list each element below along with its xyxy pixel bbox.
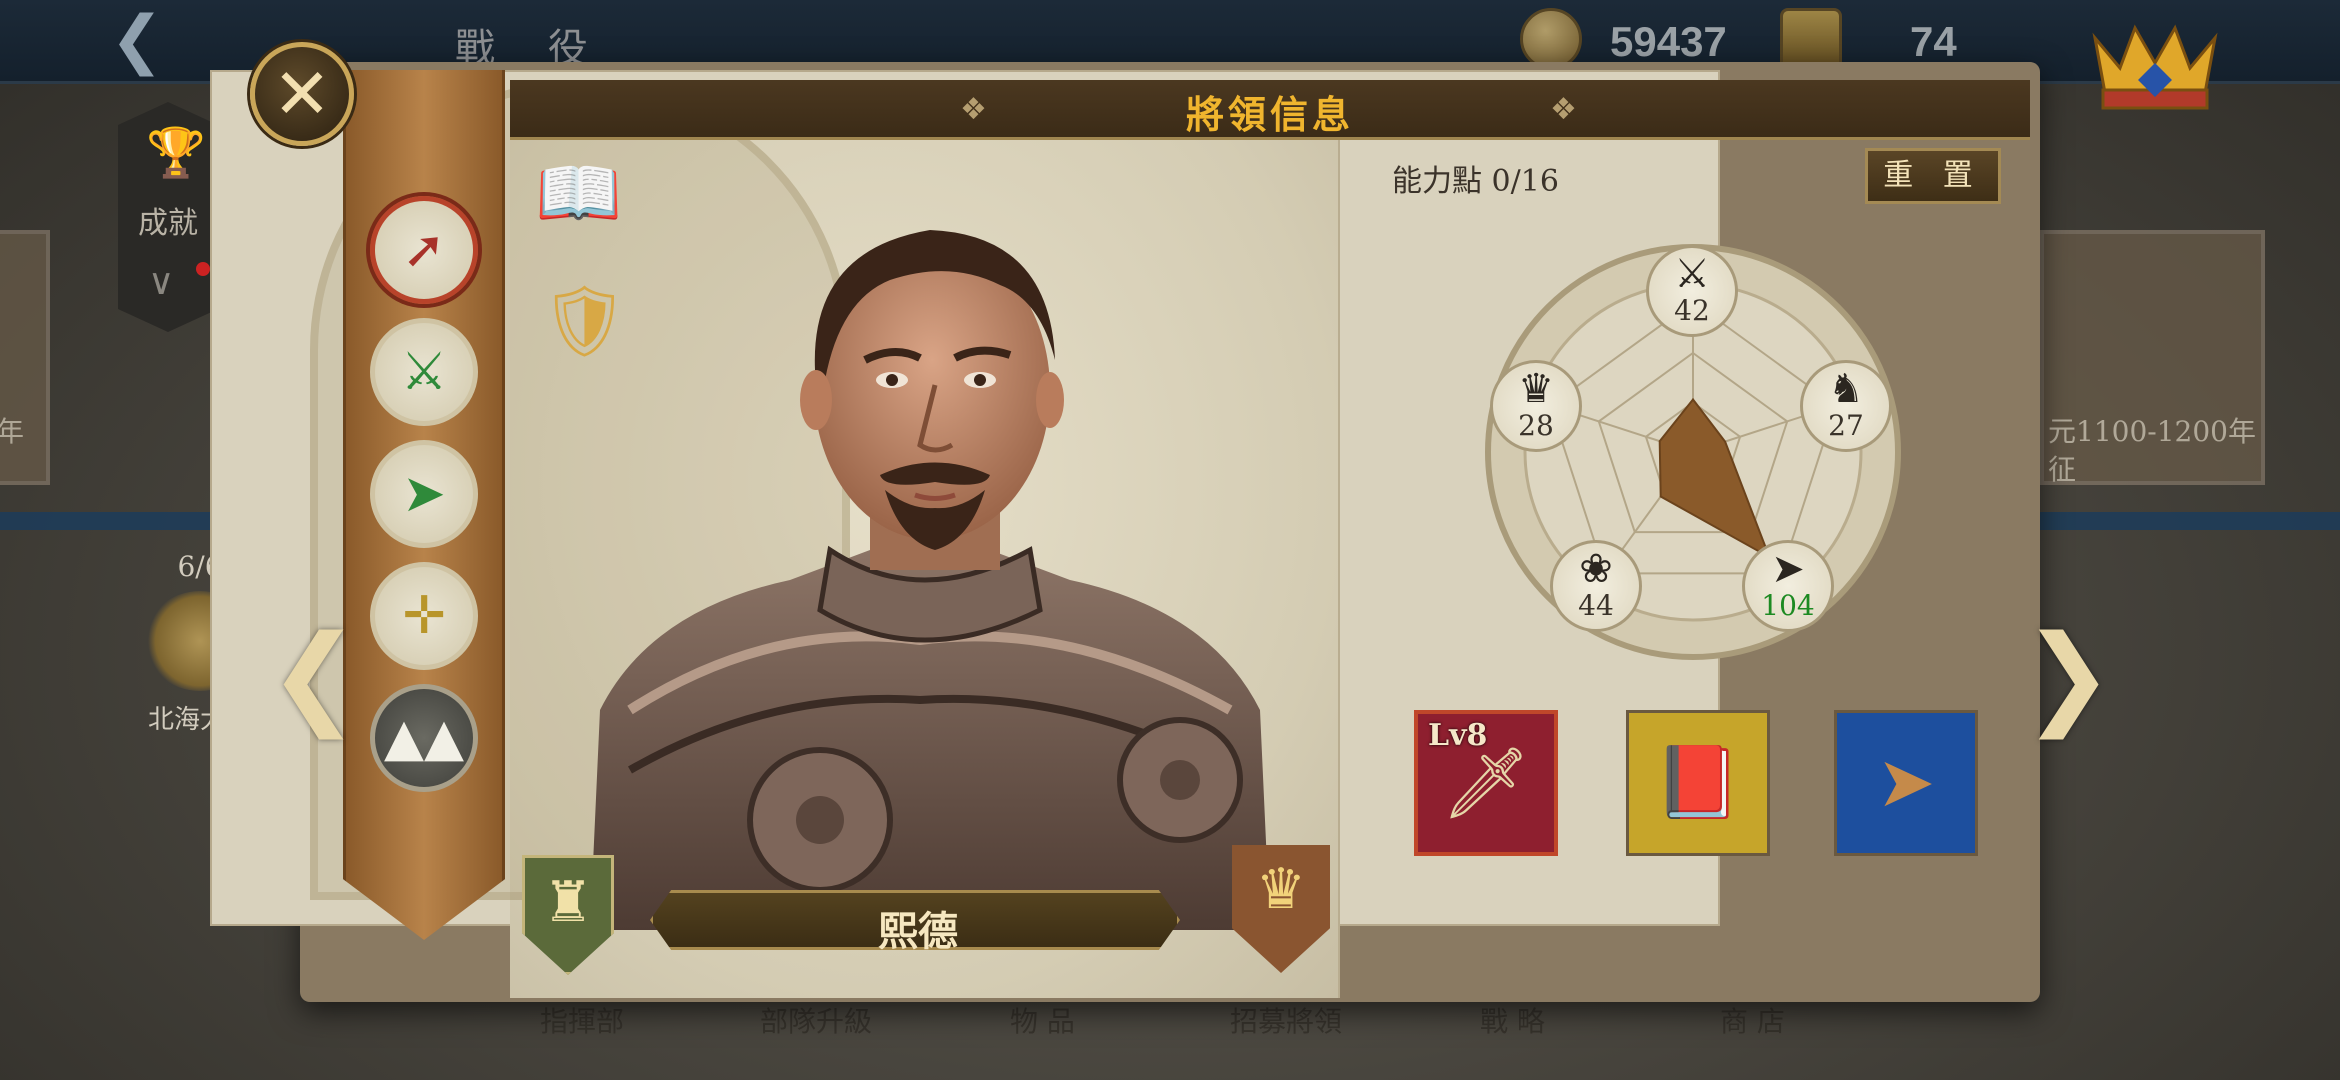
general-portrait bbox=[590, 230, 1270, 930]
name-banner: 熙德 bbox=[650, 890, 1180, 950]
skill-spear[interactable]: ➚ bbox=[370, 196, 478, 304]
sword-icon: ⚔ bbox=[1674, 251, 1710, 297]
crossed-swords-icon: ⚔ bbox=[400, 342, 448, 402]
crown-icon[interactable] bbox=[2085, 8, 2225, 113]
skill-swords[interactable]: ⚔ bbox=[370, 318, 478, 426]
stat-defense-value: 44 bbox=[1578, 589, 1614, 622]
close-button[interactable]: ✕ bbox=[250, 42, 354, 146]
spear-icon: ➚ bbox=[402, 220, 446, 280]
trophy-icon: 🏆 bbox=[146, 125, 206, 181]
stat-infantry[interactable]: ⚔ 42 bbox=[1646, 245, 1738, 337]
achievements-label: 成就 bbox=[138, 206, 198, 241]
gold-coin-icon bbox=[1520, 8, 1582, 70]
stat-command[interactable]: ♛ 28 bbox=[1490, 360, 1582, 452]
achievements-button[interactable]: 🏆 成就 ∨ bbox=[118, 102, 218, 332]
tab-items[interactable]: 物 品 bbox=[1010, 1000, 1075, 1040]
chevron-down-icon: ∨ bbox=[148, 262, 175, 303]
eagle-icon: ❀ bbox=[1579, 546, 1613, 592]
next-general-arrow[interactable]: ❯ bbox=[2022, 620, 2114, 740]
crown-icon: ♛ bbox=[1518, 366, 1554, 412]
gold-count: 59437 bbox=[1610, 18, 1727, 65]
close-icon: ✕ bbox=[272, 53, 332, 135]
stat-cavalry-value: 27 bbox=[1828, 409, 1864, 442]
general-name: 熙德 bbox=[878, 908, 958, 955]
crown-count: 74 bbox=[1910, 18, 1957, 65]
stat-archery-value: 104 bbox=[1761, 589, 1815, 622]
skill-crossbow[interactable]: ✛ bbox=[370, 562, 478, 670]
tab-recruit[interactable]: 招募將領 bbox=[1230, 1000, 1342, 1040]
dialog-title: 將領信息 bbox=[1185, 92, 1354, 137]
stat-infantry-value: 42 bbox=[1674, 294, 1710, 327]
bottom-tabs: 指揮部 部隊升級 物 品 招募將領 戰 略 商 店 bbox=[520, 1000, 1920, 1040]
equip-book[interactable]: 📕 bbox=[1626, 710, 1770, 856]
notification-dot bbox=[196, 262, 210, 276]
skill-forest[interactable]: ▲▲ bbox=[370, 684, 478, 792]
dialog-titlebar: ❖ 將領信息 ❖ bbox=[510, 80, 2030, 140]
book-icon: 📕 bbox=[1654, 741, 1742, 823]
equip-bow[interactable]: ➤ bbox=[1834, 710, 1978, 856]
ornament-right-icon: ❖ bbox=[1550, 92, 1577, 127]
right-card-year: 元1100-1200年 bbox=[2048, 415, 2256, 448]
previous-general-arrow[interactable]: ❮ bbox=[268, 620, 360, 740]
bow-icon: ➤ bbox=[1876, 741, 1936, 823]
ability-points: 能力點 0/16 bbox=[1392, 164, 1559, 199]
left-card-year: 年 bbox=[0, 415, 25, 448]
right-campaign-card[interactable]: 元1100-1200年 征 bbox=[2040, 230, 2265, 486]
bow-icon: ➤ bbox=[402, 464, 446, 524]
crossbow-icon: ✛ bbox=[402, 586, 446, 646]
equip-sword[interactable]: Lv8 🗡 bbox=[1414, 710, 1558, 856]
stat-defense[interactable]: ❀ 44 bbox=[1550, 540, 1642, 632]
tab-strategy[interactable]: 戰 略 bbox=[1480, 1000, 1545, 1040]
skill-archery[interactable]: ➤ bbox=[370, 440, 478, 548]
sword-icon: 🗡 bbox=[1441, 742, 1531, 824]
tab-hq[interactable]: 指揮部 bbox=[540, 1000, 624, 1040]
right-card-subtitle: 征 bbox=[2048, 453, 2077, 486]
crown-currency-icon bbox=[1780, 8, 1842, 70]
reset-button[interactable]: 重 置 bbox=[1865, 148, 2001, 204]
horse-icon: ♞ bbox=[1828, 366, 1864, 412]
back-arrow-icon[interactable]: ❮ bbox=[110, 8, 200, 72]
tab-shop[interactable]: 商 店 bbox=[1720, 1000, 1785, 1040]
forest-icon: ▲▲ bbox=[384, 708, 464, 768]
bow-icon: ➤ bbox=[1771, 546, 1805, 592]
tab-upgrade[interactable]: 部隊升級 bbox=[760, 1000, 872, 1040]
stat-cavalry[interactable]: ♞ 27 bbox=[1800, 360, 1892, 452]
stat-archery[interactable]: ➤ 104 bbox=[1742, 540, 1834, 632]
stat-command-value: 28 bbox=[1518, 409, 1554, 442]
left-campaign-card[interactable]: 年 bbox=[0, 230, 50, 485]
